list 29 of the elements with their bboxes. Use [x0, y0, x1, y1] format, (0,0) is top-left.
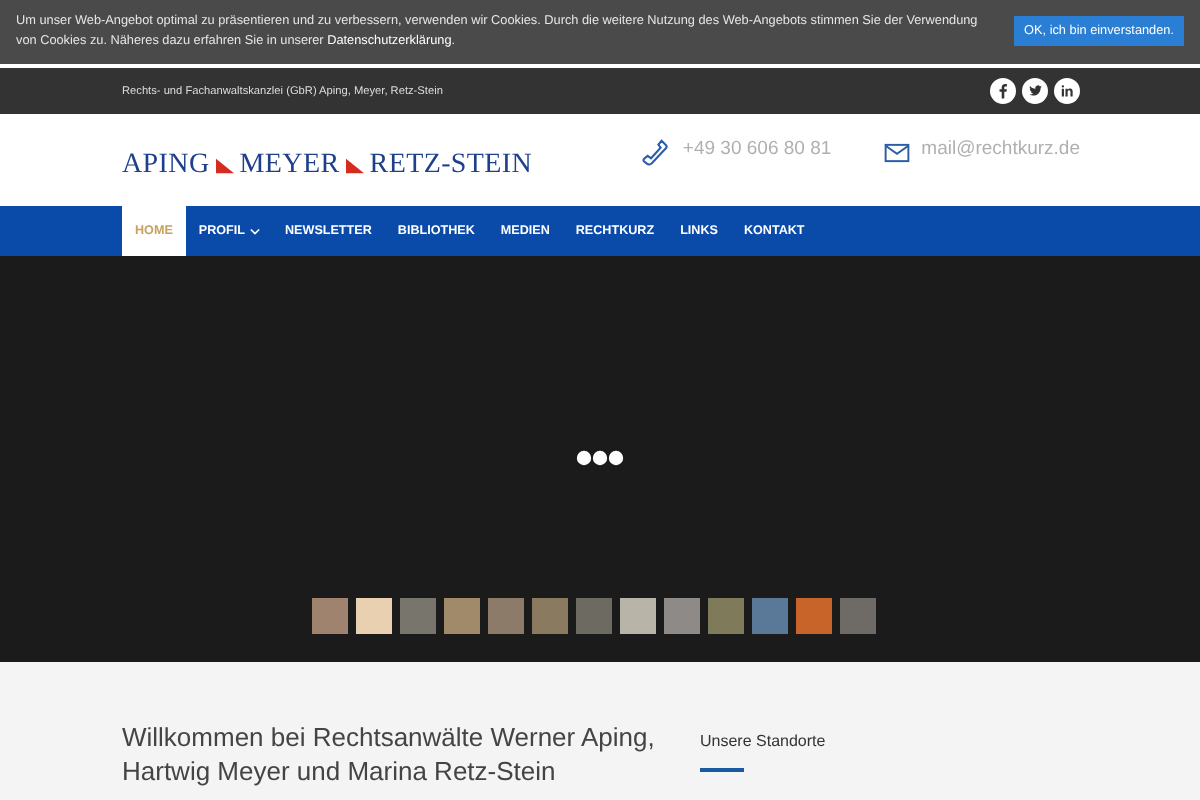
- photo-thumbnail[interactable]: [707, 598, 743, 634]
- photo-thumbnail[interactable]: [355, 598, 391, 634]
- photo-thumbnail[interactable]: [311, 598, 347, 634]
- logo-text: RETZ-STEIN: [369, 150, 533, 182]
- twitter-icon[interactable]: [1022, 78, 1048, 104]
- mail-icon: [883, 142, 910, 164]
- linkedin-icon[interactable]: [1054, 78, 1080, 104]
- photo-thumbnail[interactable]: [839, 598, 875, 634]
- loading-icon: [576, 450, 624, 466]
- photo-thumbnail[interactable]: [663, 598, 699, 634]
- facebook-icon[interactable]: [990, 78, 1016, 104]
- photo-thumbnail[interactable]: [487, 598, 523, 634]
- sidebar-heading: Unsere Standorte: [700, 732, 826, 750]
- welcome-heading: Willkommen bei Rechtsanwälte Werner Aping, Hartwig Meyer und Marina Retz-Stein: [122, 720, 657, 788]
- photo-thumbnail[interactable]: [531, 598, 567, 634]
- photo-thumbnail[interactable]: [575, 598, 611, 634]
- triangle-icon: [215, 158, 234, 174]
- photo-thumbnail[interactable]: [399, 598, 435, 634]
- photo-thumbnail[interactable]: [795, 598, 831, 634]
- photo-thumbnail[interactable]: [751, 598, 787, 634]
- photo-thumbnail[interactable]: [443, 598, 479, 634]
- phone-number: +49 30 606 80 81: [682, 138, 832, 160]
- phone-icon: [640, 138, 671, 168]
- logo-text: MEYER: [239, 150, 340, 182]
- logo-text: APING: [122, 150, 210, 182]
- triangle-icon: [345, 158, 364, 174]
- caret-icon: [249, 227, 259, 235]
- email-address: mail@rechtkurz.de: [921, 138, 1080, 160]
- photo-thumbnail[interactable]: [619, 598, 655, 634]
